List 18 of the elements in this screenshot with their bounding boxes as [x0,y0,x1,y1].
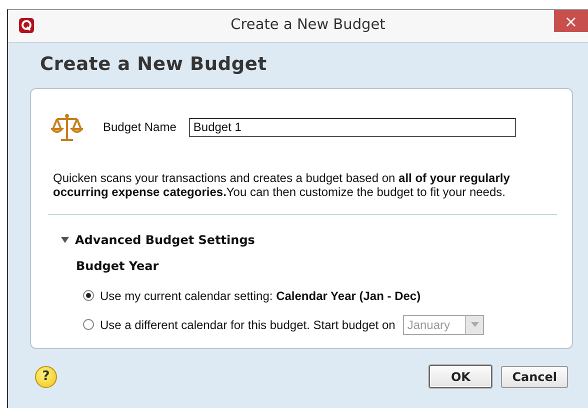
help-button[interactable]: ? [35,366,57,388]
radio-button[interactable] [83,319,94,330]
description-text: Quicken scans your transactions and creates a budget based on all of your regularly occurring expense categories.You can then customize the budget to fit your needs. [53,171,511,199]
close-button[interactable]: × [554,10,588,32]
scales-icon [51,111,83,143]
ok-button[interactable]: OK [429,365,492,388]
cancel-button[interactable]: Cancel [501,366,568,388]
budget-name-field[interactable]: Budget 1 [189,118,516,136]
window-title: Create a New Budget [230,17,386,33]
dialog-heading: Create a New Budget [40,54,267,75]
budget-year-label: Budget Year [76,259,159,273]
expand-triangle-icon[interactable] [61,237,69,243]
app-logo-icon [19,18,34,33]
option-label[interactable]: Use a different calendar for this budget. Start budget on [100,318,396,332]
advanced-settings-toggle[interactable]: Advanced Budget Settings [75,233,255,247]
radio-button[interactable] [83,290,94,301]
option-label[interactable]: Use my current calendar setting: Calendar Year (Jan - Dec) [100,288,421,302]
budget-name-label: Budget Name [103,120,176,134]
